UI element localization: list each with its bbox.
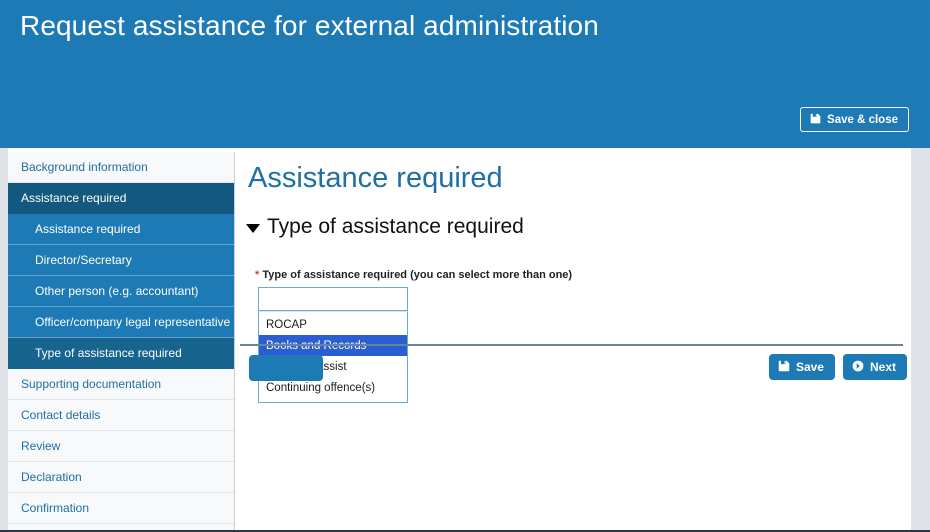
sidebar-item-label: Supporting documentation xyxy=(21,377,162,391)
caret-down-icon xyxy=(246,224,260,233)
next-button[interactable]: Next xyxy=(842,354,907,380)
page-title: Assistance required xyxy=(248,162,503,194)
previous-button[interactable] xyxy=(249,355,323,381)
option-rocap[interactable]: ROCAP xyxy=(259,314,407,335)
sidebar-item-declaration[interactable]: Declaration xyxy=(8,462,234,493)
sidebar-item-other-person-e-g-accountant[interactable]: Other person (e.g. accountant) xyxy=(8,276,234,307)
sidebar-item-assistance-required[interactable]: Assistance required xyxy=(8,183,234,214)
sidebar-item-label: Background information xyxy=(21,160,148,174)
main-content: Assistance required Type of assistance r… xyxy=(236,152,911,530)
sidebar-item-label: Assistance required xyxy=(35,222,141,236)
type-of-assistance-combobox: ROCAPBooks and RecordsFailure to assistC… xyxy=(258,287,408,403)
field-label-text: Type of assistance required (you can sel… xyxy=(262,269,573,281)
form-action-buttons: Save Next xyxy=(768,354,907,380)
sidebar-item-label: Officer/company legal representative xyxy=(35,315,231,329)
section-heading-label: Type of assistance required xyxy=(267,215,524,238)
save-and-close-button[interactable]: Save & close xyxy=(800,107,909,132)
content-divider xyxy=(240,344,903,346)
save-and-close-label: Save & close xyxy=(827,113,898,126)
left-gutter xyxy=(0,148,8,532)
save-button[interactable]: Save xyxy=(768,354,835,380)
sidebar-item-contact-details[interactable]: Contact details xyxy=(8,400,234,431)
page-header: Request assistance for external administ… xyxy=(0,0,930,148)
sidebar-item-label: Type of assistance required xyxy=(35,346,182,360)
floppy-disk-icon xyxy=(810,113,821,127)
page-header-title: Request assistance for external administ… xyxy=(20,10,599,41)
sidebar-item-label: Other person (e.g. accountant) xyxy=(35,284,199,298)
sidebar-navigation: Background information Assistance require… xyxy=(8,152,235,530)
section-heading-type-of-assistance[interactable]: Type of assistance required xyxy=(246,215,524,239)
sidebar-item-label: Assistance required xyxy=(21,191,127,205)
arrow-circle-right-icon xyxy=(852,360,864,375)
sidebar-item-supporting-documentation[interactable]: Supporting documentation xyxy=(8,369,234,400)
sidebar-item-confirmation[interactable]: Confirmation xyxy=(8,493,234,524)
sidebar-item-label: Review xyxy=(21,439,61,453)
floppy-disk-icon xyxy=(778,360,790,375)
sidebar-item-director-secretary[interactable]: Director/Secretary xyxy=(8,245,234,276)
right-gutter xyxy=(911,148,930,532)
save-button-label: Save xyxy=(795,360,824,374)
sidebar-item-review[interactable]: Review xyxy=(8,431,234,462)
sidebar-item-officer-company-legal-representative[interactable]: Officer/company legal representative xyxy=(8,307,234,338)
type-of-assistance-input[interactable] xyxy=(258,287,408,311)
sidebar-item-label: Contact details xyxy=(21,408,101,422)
required-marker: * xyxy=(255,269,260,281)
field-label-type-of-assistance: * Type of assistance required (you can s… xyxy=(255,269,572,281)
application-window: Request assistance for external administ… xyxy=(0,0,930,532)
sidebar-item-label: Confirmation xyxy=(21,501,90,515)
sidebar-item-label: Director/Secretary xyxy=(35,253,132,267)
sidebar-item-background-information[interactable]: Background information xyxy=(8,152,234,183)
sidebar-item-type-of-assistance-required[interactable]: Type of assistance required xyxy=(8,338,234,369)
sidebar-item-label: Declaration xyxy=(21,470,82,484)
sidebar-item-assistance-required[interactable]: Assistance required xyxy=(8,214,234,245)
next-button-label: Next xyxy=(869,360,896,374)
